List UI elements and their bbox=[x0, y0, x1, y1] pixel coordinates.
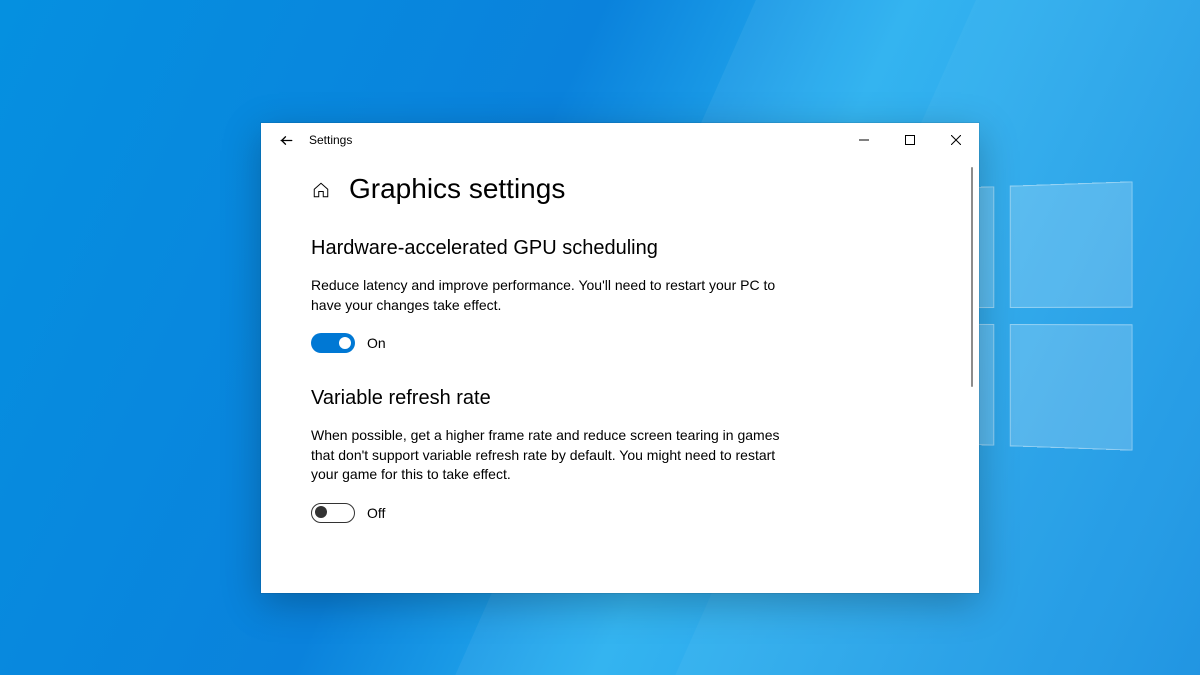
gpu-toggle-label: On bbox=[367, 335, 386, 351]
page-title: Graphics settings bbox=[349, 173, 565, 205]
section-gpu-scheduling: Hardware-accelerated GPU scheduling Redu… bbox=[311, 237, 781, 353]
vrr-toggle-label: Off bbox=[367, 505, 385, 521]
vrr-toggle[interactable] bbox=[311, 503, 355, 523]
close-button[interactable] bbox=[933, 124, 979, 156]
settings-window: Settings Graphics settings Hardware-acce… bbox=[261, 123, 979, 593]
gpu-toggle[interactable] bbox=[311, 333, 355, 353]
scrollbar-thumb[interactable] bbox=[971, 167, 973, 387]
maximize-button[interactable] bbox=[887, 124, 933, 156]
section-variable-refresh: Variable refresh rate When possible, get… bbox=[311, 387, 781, 523]
gpu-heading: Hardware-accelerated GPU scheduling bbox=[311, 237, 781, 260]
page-header: Graphics settings bbox=[311, 173, 939, 205]
minimize-button[interactable] bbox=[841, 124, 887, 156]
vrr-description: When possible, get a higher frame rate a… bbox=[311, 426, 781, 485]
titlebar: Settings bbox=[261, 123, 979, 157]
window-title: Settings bbox=[309, 133, 352, 147]
back-button[interactable] bbox=[269, 124, 301, 156]
home-button[interactable] bbox=[311, 180, 331, 200]
window-content: Graphics settings Hardware-accelerated G… bbox=[261, 157, 979, 593]
gpu-description: Reduce latency and improve performance. … bbox=[311, 276, 781, 315]
vrr-heading: Variable refresh rate bbox=[311, 387, 781, 410]
